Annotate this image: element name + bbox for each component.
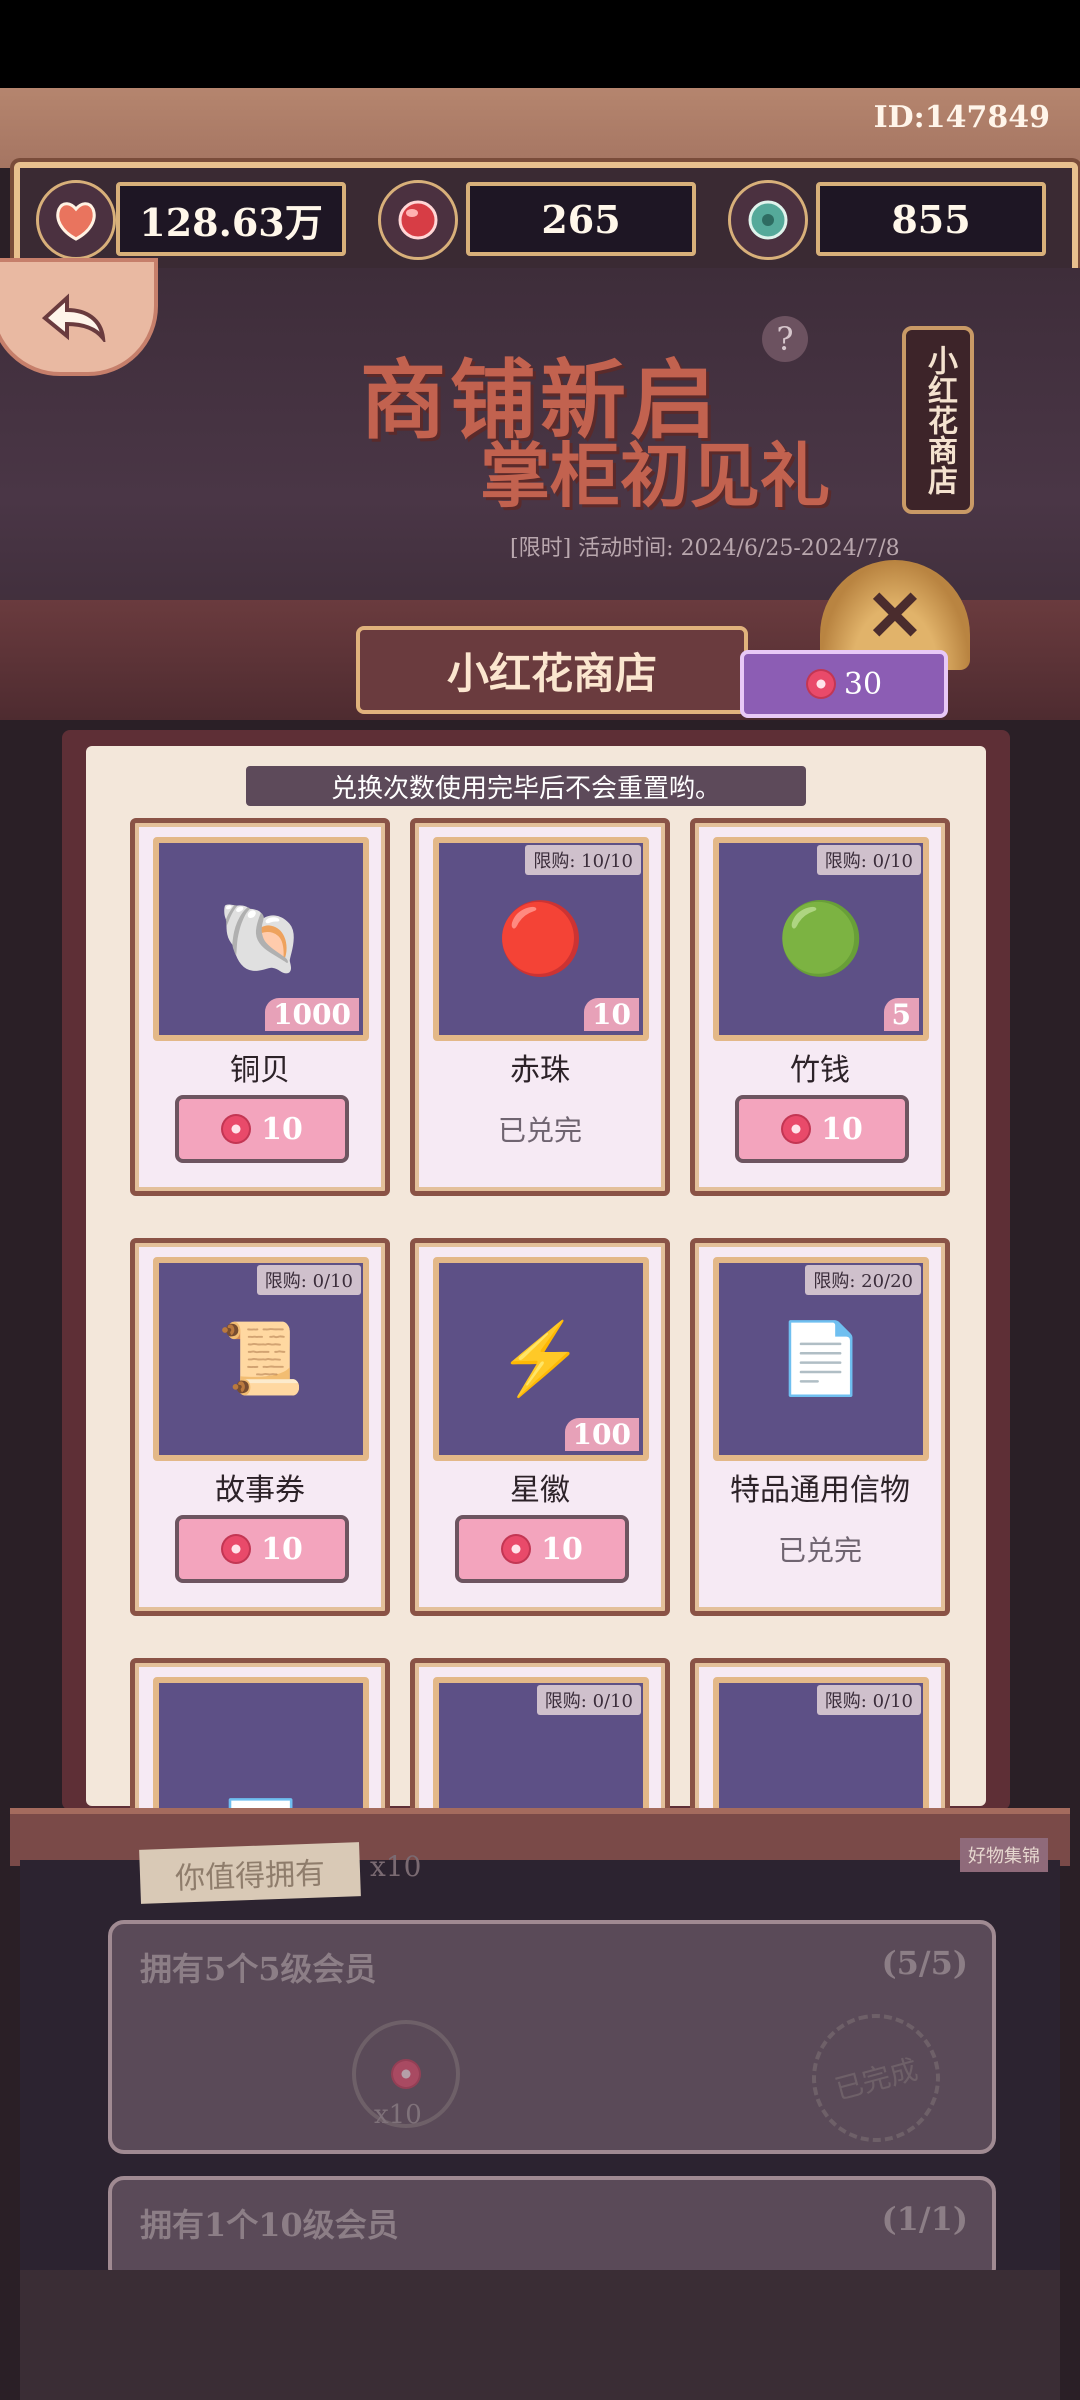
red-flower-icon: [781, 1114, 812, 1144]
shop-item-card-partial[interactable]: 限购: 0/10: [690, 1658, 950, 1810]
shop-notice: 兑换次数使用完毕后不会重置哟。: [246, 766, 806, 806]
help-icon[interactable]: ?: [762, 316, 808, 362]
story-ticket-icon: 📜: [217, 1317, 305, 1400]
task-label: 拥有1个10级会员: [140, 2206, 399, 2244]
item-name: 特品通用信物: [730, 1473, 910, 1508]
item-image: 限购: 0/10 🟢 5: [713, 837, 929, 1041]
purchase-limit: 限购: 0/10: [536, 1685, 641, 1715]
task-row: 拥有1个10级会员 (1/1): [108, 2176, 996, 2284]
item-image: 限购: 10/10 🔴 10: [433, 837, 649, 1041]
reward-count: x10: [370, 1850, 422, 1883]
bamboo-coin-icon: [728, 180, 808, 260]
copper-shell-icon: 🐚: [217, 897, 305, 980]
red-pearl-amount: 265: [466, 182, 696, 256]
sold-out-label: 已兑完: [777, 1534, 862, 1567]
item-image: 限购: 20/20 📄: [713, 1257, 929, 1461]
shop-item-card[interactable]: 限购: 0/10 📜 故事券 10: [130, 1238, 390, 1616]
item-image: 限购: 0/10 ➶: [433, 1677, 649, 1810]
shop-item-card-partial[interactable]: 限购: 0/10 ➶: [410, 1658, 670, 1810]
purchase-limit: 限购: 20/20: [805, 1265, 921, 1295]
red-flower-icon: [221, 1114, 252, 1144]
item-name: 故事券: [215, 1473, 305, 1508]
copper-shell-icon: [36, 180, 116, 260]
back-arrow-icon: [41, 293, 106, 342]
shop-item-card[interactable]: 🐚 1000 铜贝 10: [130, 818, 390, 1196]
item-quantity: 100: [564, 1418, 639, 1451]
exchange-button[interactable]: 10: [455, 1515, 629, 1583]
item-image: 限购: 0/10 📜: [153, 1257, 369, 1461]
star-badge-icon: ⚡: [497, 1317, 585, 1400]
item-quantity: 1000: [265, 998, 359, 1031]
item-quantity: 5: [883, 998, 919, 1031]
bottom-frame: [20, 2270, 1060, 2400]
item-name: 铜贝: [230, 1053, 290, 1088]
promo-tag: 你值得拥有: [139, 1842, 361, 1904]
exchange-button[interactable]: 10: [175, 1095, 349, 1163]
copper-shell-amount: 128.63万: [116, 182, 346, 256]
shop-item-card[interactable]: 限购: 10/10 🔴 10 赤珠 已兑完: [410, 818, 670, 1196]
shop-item-card-partial[interactable]: 📃: [130, 1658, 390, 1810]
sold-out-label: 已兑完: [497, 1114, 582, 1147]
shop-item-card[interactable]: 限购: 20/20 📄 特品通用信物 已兑完: [690, 1238, 950, 1616]
side-label: 好物集锦: [960, 1838, 1048, 1872]
task-progress: (1/1): [881, 2200, 969, 2238]
bamboo-coin-icon: 🟢: [777, 897, 865, 980]
purchase-limit: 限购: 0/10: [816, 1685, 921, 1715]
reward-count: x10: [374, 2100, 422, 2130]
completed-stamp: 已完成: [797, 1999, 955, 2157]
exchange-button[interactable]: 10: [735, 1095, 909, 1163]
item-quantity: 10: [584, 998, 639, 1031]
item-image: 🐚 1000: [153, 837, 369, 1041]
event-time: [限时] 活动时间: 2024/6/25-2024/7/8: [510, 536, 900, 561]
item-name: 星徽: [510, 1473, 570, 1508]
exchange-button[interactable]: 10: [175, 1515, 349, 1583]
item-name: 竹钱: [790, 1053, 850, 1088]
red-flower-icon: [501, 1534, 532, 1564]
red-pearl-icon: 🔴: [497, 897, 585, 980]
red-flower-icon: [221, 1534, 252, 1564]
shop-title: 小红花商店: [356, 626, 748, 714]
purchase-limit: 限购: 10/10: [525, 845, 641, 875]
banner-title-line2: 掌柜初见礼: [480, 434, 830, 517]
item-image: 限购: 0/10: [713, 1677, 929, 1810]
back-button[interactable]: [0, 258, 158, 376]
task-row: 拥有5个5级会员 (5/5) x10 已完成: [108, 1920, 996, 2157]
shop-sign: 小红花商店: [902, 326, 974, 514]
item-image: 📃: [153, 1677, 369, 1810]
status-bar: [0, 0, 1080, 88]
purchase-limit: 限购: 0/10: [256, 1265, 361, 1295]
user-id: ID:147849: [873, 100, 1050, 135]
token-paper-icon: 📄: [777, 1317, 865, 1400]
shop-item-card[interactable]: 限购: 0/10 🟢 5 竹钱 10: [690, 818, 950, 1196]
purchase-limit: 限购: 0/10: [816, 845, 921, 875]
item-image: ⚡ 100: [433, 1257, 649, 1461]
red-pearl-icon: [378, 180, 458, 260]
item-name: 赤珠: [510, 1053, 570, 1088]
shop-item-card[interactable]: ⚡ 100 星徽 10: [410, 1238, 670, 1616]
bamboo-coin-amount: 855: [816, 182, 1046, 256]
task-label: 拥有5个5级会员: [140, 1950, 377, 1988]
red-flower-icon: [805, 669, 836, 699]
task-progress: (5/5): [881, 1944, 969, 1982]
flower-balance-value: 30: [843, 666, 883, 702]
flower-balance: 30: [740, 650, 948, 718]
